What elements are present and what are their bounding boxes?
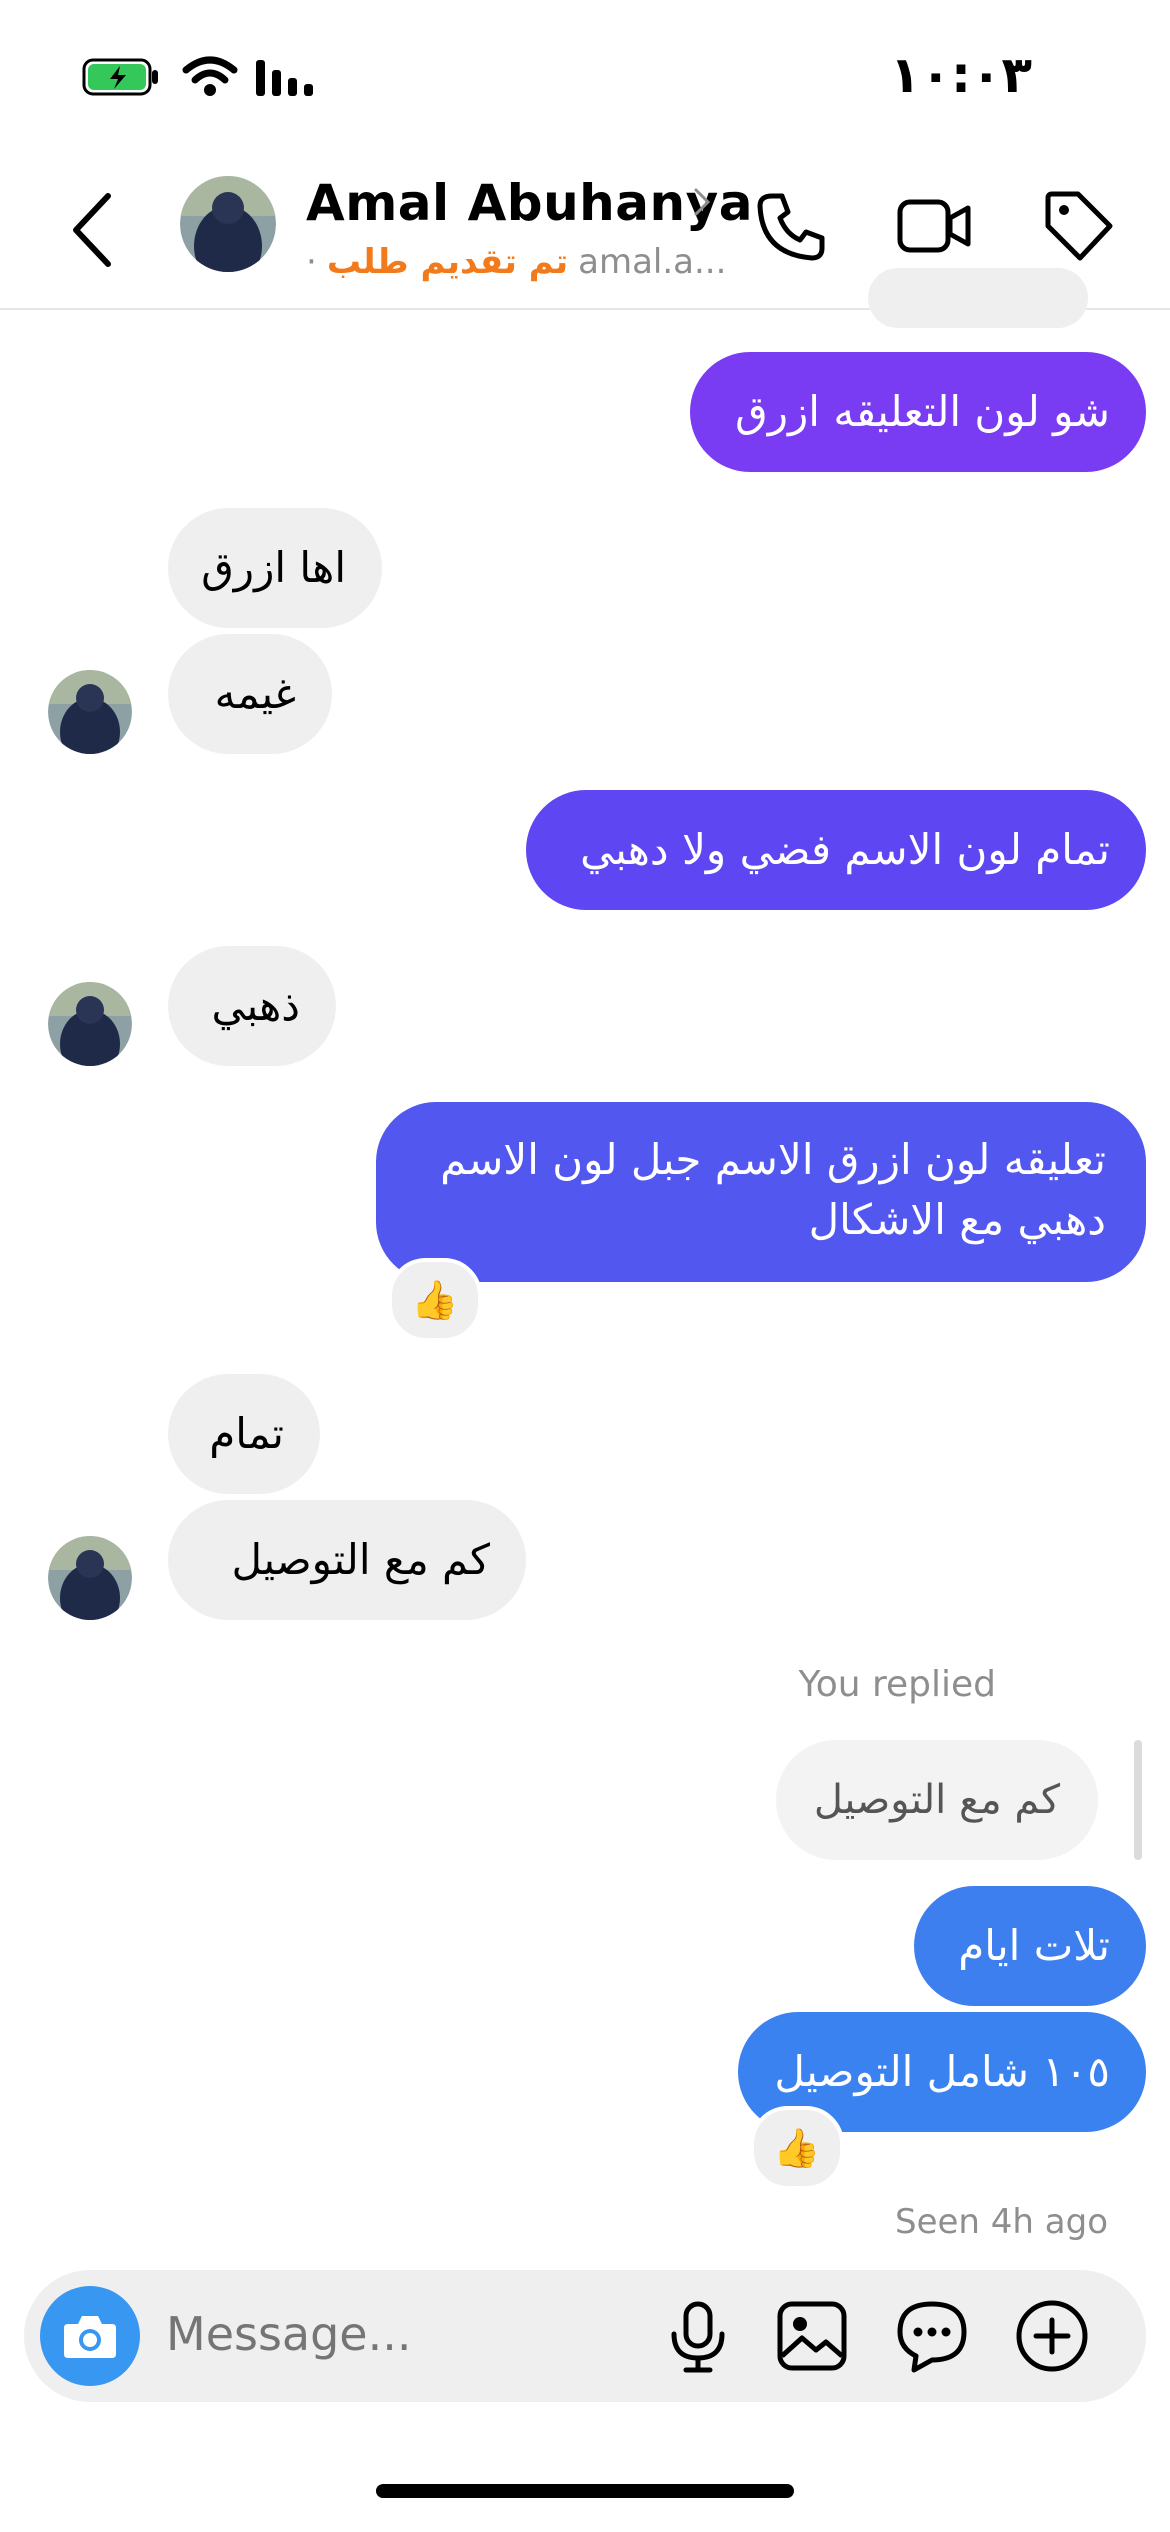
message-text: تعليقه لون ازرق الاسم جبل لون الاسم دهبي… (440, 1135, 1106, 1244)
microphone-icon[interactable] (660, 2298, 736, 2374)
status-time: ١٠:٠٣ (889, 46, 1032, 104)
subline-dot: · (306, 242, 317, 282)
message-incoming[interactable]: اها ازرق (168, 508, 382, 628)
username: amal.a... (578, 242, 727, 282)
wifi-icon (182, 56, 238, 96)
battery-icon (82, 58, 158, 96)
phone-icon[interactable] (752, 188, 828, 264)
reaction-badge[interactable]: 👍 (388, 1258, 482, 1342)
reply-label: You replied (798, 1664, 996, 1705)
tag-icon[interactable] (1040, 188, 1116, 264)
status-bar: ١٠:٠٣ (0, 0, 1170, 150)
message-incoming[interactable]: غيمه (168, 634, 332, 754)
chevron-right-icon[interactable] (690, 182, 714, 222)
message-outgoing[interactable]: تلات ايام (914, 1886, 1146, 2006)
message-input[interactable] (164, 2306, 588, 2362)
message-outgoing[interactable]: تمام لون الاسم فضي ولا دهبي (526, 790, 1146, 910)
video-icon[interactable] (896, 188, 972, 264)
avatar[interactable] (180, 176, 276, 272)
camera-button[interactable] (40, 2286, 140, 2386)
message-incoming[interactable]: كم مع التوصيل (168, 1500, 526, 1620)
home-indicator[interactable] (376, 2484, 794, 2498)
avatar[interactable] (48, 982, 132, 1066)
camera-icon (64, 2316, 116, 2358)
message-partial (868, 268, 1088, 328)
order-status: تم تقديم طلب (326, 242, 569, 282)
back-chevron-icon[interactable] (64, 190, 120, 270)
gallery-icon[interactable] (774, 2298, 850, 2374)
message-outgoing[interactable]: شو لون التعليقه ازرق (690, 352, 1146, 472)
quote-bar (1134, 1740, 1142, 1860)
message-composer (24, 2270, 1146, 2402)
quoted-message[interactable]: كم مع التوصيل (776, 1740, 1098, 1860)
avatar[interactable] (48, 670, 132, 754)
message-incoming[interactable]: تمام (168, 1374, 320, 1494)
message-outgoing[interactable]: تعليقه لون ازرق الاسم جبل لون الاسم دهبي… (376, 1102, 1146, 1282)
seen-status: Seen 4h ago (895, 2202, 1108, 2242)
header-subline: · تم تقديم طلب amal.a... (306, 242, 726, 282)
signal-icon (256, 60, 313, 96)
plus-icon[interactable] (1014, 2298, 1090, 2374)
avatar[interactable] (48, 1536, 132, 1620)
message-incoming[interactable]: ذهبي (168, 946, 336, 1066)
reaction-badge[interactable]: 👍 (750, 2106, 844, 2190)
sticker-icon[interactable] (894, 2298, 970, 2374)
contact-name[interactable]: Amal Abuhanya (306, 174, 753, 232)
